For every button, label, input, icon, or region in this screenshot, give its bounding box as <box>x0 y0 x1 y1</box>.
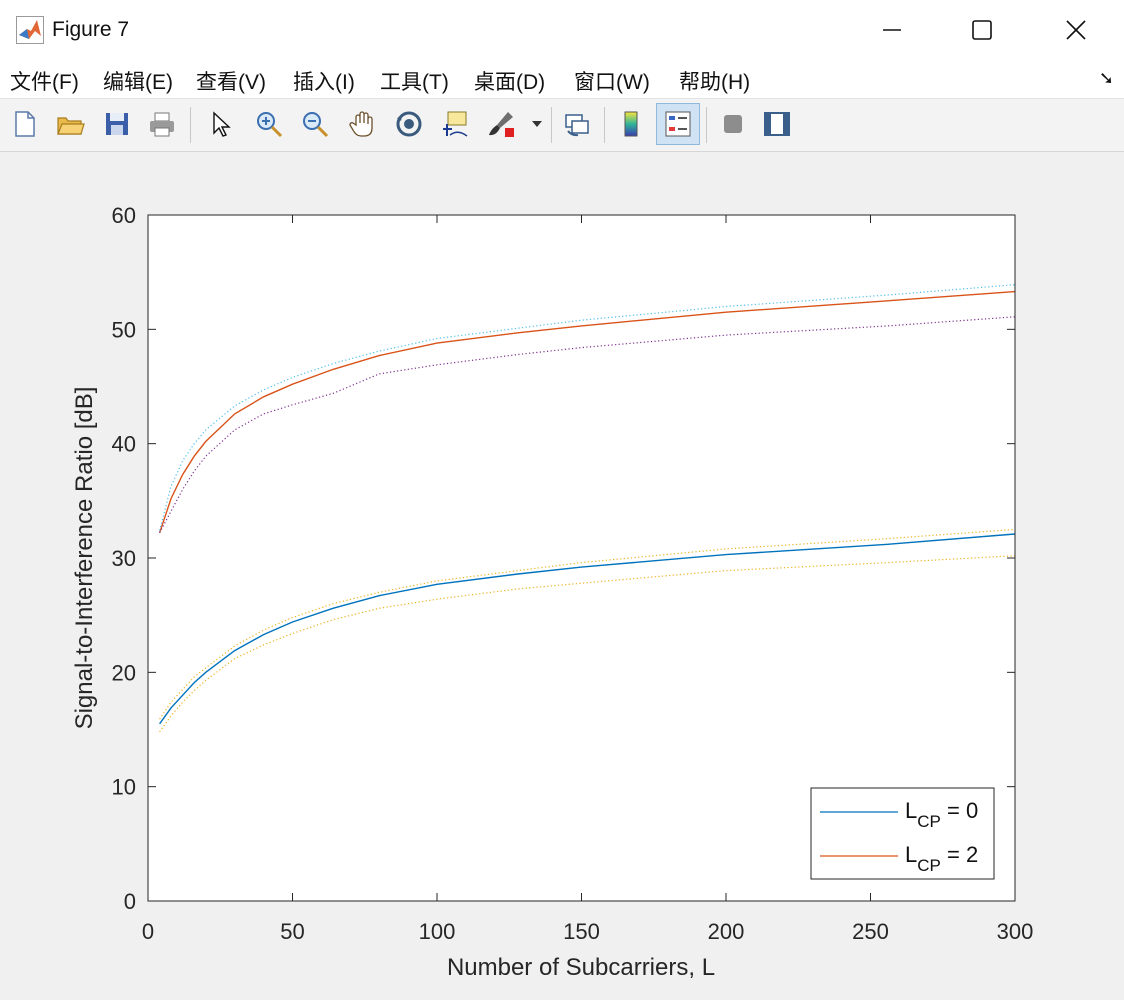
x-tick-label: 100 <box>419 919 456 944</box>
x-tick-label: 50 <box>280 919 304 944</box>
zoom-out-button[interactable] <box>296 105 334 143</box>
rotate-3d-icon <box>396 111 422 137</box>
edit-plot-button[interactable] <box>200 105 238 143</box>
menu-help[interactable]: 帮助(H) <box>679 66 750 96</box>
maximize-button[interactable] <box>936 0 1028 60</box>
toolbar-separator <box>551 107 552 143</box>
y-axis-label: Signal-to-Interference Ratio [dB] <box>71 387 98 730</box>
y-tick-label: 50 <box>112 317 136 342</box>
legend-icon <box>665 111 691 137</box>
hide-plot-tools-icon <box>724 115 742 133</box>
menu-bar: 文件(F) 编辑(E) 查看(V) 插入(I) 工具(T) 桌面(D) 窗口(W… <box>0 60 1124 99</box>
close-icon <box>1066 20 1086 40</box>
menu-edit[interactable]: 编辑(E) <box>103 66 173 96</box>
menu-tools[interactable]: 工具(T) <box>380 66 449 96</box>
zoom-out-icon <box>303 112 329 138</box>
figure-toolbar <box>0 99 1124 152</box>
x-tick-label: 0 <box>142 919 154 944</box>
pan-button[interactable] <box>344 105 382 143</box>
print-button[interactable] <box>143 105 181 143</box>
save-icon <box>106 113 128 135</box>
zoom-in-button[interactable] <box>250 105 288 143</box>
dock-arrow-icon[interactable]: ➘ <box>1099 68 1114 89</box>
menu-view[interactable]: 查看(V) <box>196 66 266 96</box>
save-button[interactable] <box>98 105 136 143</box>
close-button[interactable] <box>1030 0 1122 60</box>
link-plot-button[interactable] <box>558 105 596 143</box>
menu-insert[interactable]: 插入(I) <box>293 66 355 96</box>
dropdown-arrow-icon <box>532 121 542 127</box>
rotate-3d-button[interactable] <box>390 105 428 143</box>
data-cursor-icon <box>443 111 468 137</box>
y-tick-label: 0 <box>124 889 136 914</box>
show-plot-tools-button[interactable] <box>758 105 796 143</box>
x-tick-label: 200 <box>708 919 745 944</box>
figure-canvas[interactable]: 0 50 100 150 200 250 300 0 10 20 30 40 50 60 Number o… <box>0 152 1124 995</box>
pointer-icon <box>213 111 231 137</box>
zoom-in-icon <box>257 112 283 138</box>
maximize-icon <box>972 20 992 40</box>
link-plot-icon <box>565 114 589 137</box>
window-title: Figure 7 <box>52 18 130 41</box>
brush-button[interactable] <box>482 105 520 143</box>
y-tick-label: 10 <box>112 775 136 800</box>
hide-plot-tools-button[interactable] <box>714 105 752 143</box>
brush-dropdown-button[interactable] <box>526 105 548 143</box>
minimize-button[interactable] <box>846 0 938 60</box>
title-bar: Figure 7 <box>0 0 1124 60</box>
colorbar-button[interactable] <box>612 105 650 143</box>
menu-desktop[interactable]: 桌面(D) <box>474 66 545 96</box>
new-figure-icon <box>15 111 35 137</box>
show-plot-tools-icon <box>764 112 790 136</box>
toolbar-separator <box>604 107 605 143</box>
x-tick-label: 300 <box>997 919 1034 944</box>
brush-icon <box>489 112 514 137</box>
new-figure-button[interactable] <box>6 105 44 143</box>
legend[interactable]: LCP = 0 LCP = 2 <box>810 787 995 880</box>
y-tick-label: 20 <box>112 660 136 685</box>
x-tick-label: 150 <box>563 919 600 944</box>
x-tick-label: 250 <box>852 919 889 944</box>
y-tick-label: 60 <box>112 203 136 228</box>
matlab-logo-icon <box>16 16 44 44</box>
y-tick-label: 30 <box>112 546 136 571</box>
data-cursor-button[interactable] <box>436 105 474 143</box>
legend-button[interactable] <box>656 103 700 145</box>
toolbar-separator <box>706 107 707 143</box>
open-folder-icon <box>57 117 85 135</box>
menu-window[interactable]: 窗口(W) <box>574 66 650 96</box>
x-axis-label: Number of Subcarriers, L <box>447 954 715 981</box>
open-button[interactable] <box>51 105 89 143</box>
toolbar-separator <box>190 107 191 143</box>
minimize-icon <box>883 29 901 31</box>
colorbar-icon <box>624 111 638 137</box>
menu-file[interactable]: 文件(F) <box>10 66 79 96</box>
line-chart[interactable]: 0 50 100 150 200 250 300 0 10 20 30 40 50 60 Number o… <box>0 152 1124 995</box>
print-icon <box>150 112 174 137</box>
y-tick-label: 40 <box>112 432 136 457</box>
pan-hand-icon <box>349 111 373 137</box>
